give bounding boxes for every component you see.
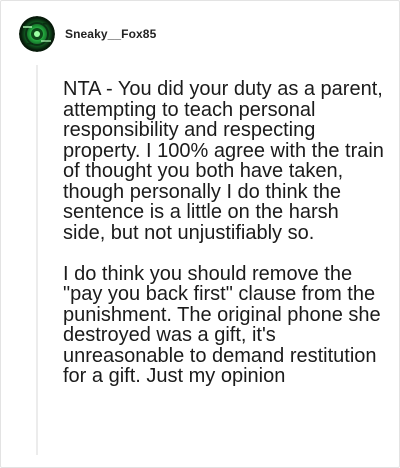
user-avatar[interactable] — [19, 16, 55, 52]
comment-paragraph-1: NTA - You did your duty as a parent, att… — [63, 78, 384, 244]
comment-paragraph-2: I do think you should remove the "pay yo… — [63, 262, 381, 387]
thread-line[interactable] — [36, 65, 38, 455]
comment-header: Sneaky__Fox85 — [19, 15, 156, 53]
green-glitch-avatar-icon — [19, 16, 55, 52]
comment-body: NTA - You did your duty as a parent, att… — [63, 79, 385, 407]
comment-card: Sneaky__Fox85 NTA - You did your duty as… — [0, 0, 400, 468]
username[interactable]: Sneaky__Fox85 — [65, 27, 156, 41]
